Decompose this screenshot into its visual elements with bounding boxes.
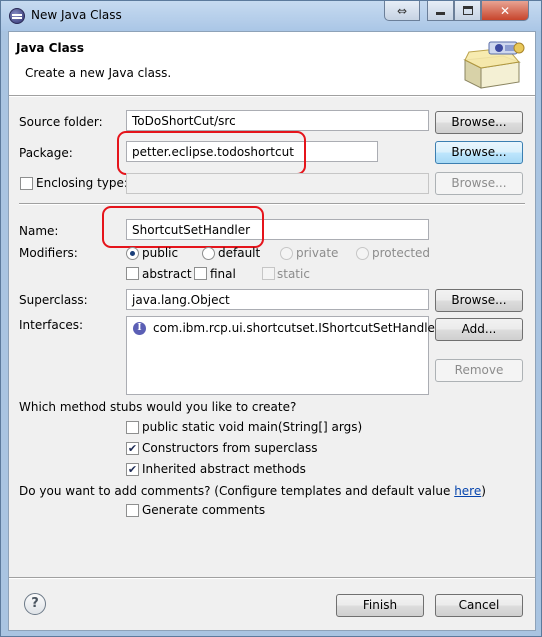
- protected-label: protected: [372, 246, 431, 260]
- public-radio[interactable]: [126, 247, 139, 260]
- interface-icon: I: [133, 322, 146, 335]
- wizard-header: Java Class Create a new Java class.: [9, 32, 535, 95]
- constructors-label: Constructors from superclass: [142, 441, 318, 455]
- main-stub-checkbox[interactable]: [126, 421, 139, 434]
- interfaces-list[interactable]: I com.ibm.rcp.ui.shortcutset.IShortcutSe…: [126, 316, 440, 395]
- page-description: Create a new Java class.: [25, 66, 172, 80]
- comments-question-text: Do you want to add comments? (Configure …: [19, 484, 455, 498]
- final-label: final: [210, 267, 236, 281]
- source-folder-field[interactable]: ToDoShortCut/src: [126, 110, 429, 131]
- title-bar[interactable]: New Java Class ⇔ ✕: [1, 1, 541, 31]
- header-separator: [9, 95, 535, 97]
- add-interface-button[interactable]: Add...: [435, 318, 523, 341]
- dialog-window: New Java Class ⇔ ✕ Java Class Create a n…: [0, 0, 542, 637]
- maximize-button[interactable]: [454, 1, 481, 21]
- static-label: static: [277, 267, 310, 281]
- source-folder-browse-button[interactable]: Browse...: [435, 111, 523, 134]
- default-label: default: [218, 246, 261, 260]
- interface-item[interactable]: com.ibm.rcp.ui.shortcutset.IShortcutSetH…: [153, 321, 440, 335]
- footer-separator: [9, 577, 535, 579]
- private-label: private: [296, 246, 339, 260]
- abstract-checkbox[interactable]: [126, 267, 139, 280]
- superclass-label: Superclass:: [19, 293, 88, 307]
- comments-question-end: ): [481, 484, 486, 498]
- dialog-client: Java Class Create a new Java class. Sour…: [8, 31, 536, 631]
- public-label: public: [142, 246, 179, 260]
- enclosing-type-checkbox[interactable]: [20, 177, 33, 190]
- generate-comments-checkbox[interactable]: [126, 504, 139, 517]
- source-folder-label: Source folder:: [19, 115, 103, 129]
- superclass-field[interactable]: java.lang.Object: [126, 289, 429, 310]
- protected-radio[interactable]: [356, 247, 369, 260]
- enclosing-type-browse-button[interactable]: Browse...: [435, 172, 523, 195]
- default-radio[interactable]: [202, 247, 215, 260]
- help-icon[interactable]: ?: [24, 593, 46, 615]
- package-label: Package:: [19, 146, 73, 160]
- enclosing-type-label: Enclosing type:: [36, 176, 128, 190]
- final-checkbox[interactable]: [194, 267, 207, 280]
- finish-button[interactable]: Finish: [336, 594, 424, 617]
- restore-arrows-button[interactable]: ⇔: [384, 1, 420, 21]
- stubs-question: Which method stubs would you like to cre…: [19, 400, 297, 414]
- new-class-wizard-icon: [463, 41, 525, 89]
- cancel-button[interactable]: Cancel: [435, 594, 523, 617]
- configure-templates-link[interactable]: here: [454, 484, 481, 498]
- generate-comments-label: Generate comments: [142, 503, 266, 517]
- minimize-icon: [436, 12, 445, 15]
- double-arrow-icon: ⇔: [396, 3, 408, 18]
- interfaces-label: Interfaces:: [19, 318, 84, 332]
- private-radio[interactable]: [280, 247, 293, 260]
- remove-interface-button[interactable]: Remove: [435, 359, 523, 382]
- name-highlight: [102, 206, 264, 248]
- name-label: Name:: [19, 224, 59, 238]
- maximize-icon: [462, 6, 473, 15]
- eclipse-icon: [9, 8, 25, 24]
- superclass-browse-button[interactable]: Browse...: [435, 289, 523, 312]
- form-separator: [19, 203, 525, 205]
- inherited-methods-label: Inherited abstract methods: [142, 462, 306, 476]
- comments-question: Do you want to add comments? (Configure …: [19, 484, 486, 498]
- main-stub-label: public static void main(String[] args): [142, 420, 363, 434]
- inherited-methods-checkbox[interactable]: ✔: [126, 463, 139, 476]
- page-title: Java Class: [16, 41, 84, 55]
- constructors-checkbox[interactable]: ✔: [126, 442, 139, 455]
- close-icon: ✕: [499, 3, 511, 18]
- enclosing-type-field[interactable]: [126, 173, 429, 194]
- abstract-label: abstract: [142, 267, 192, 281]
- minimize-button[interactable]: [427, 1, 454, 21]
- window-title: New Java Class: [31, 8, 122, 22]
- close-button[interactable]: ✕: [481, 1, 529, 21]
- package-browse-button[interactable]: Browse...: [435, 141, 523, 164]
- static-checkbox[interactable]: [262, 267, 275, 280]
- modifiers-label: Modifiers:: [19, 246, 78, 260]
- package-highlight: [117, 131, 306, 175]
